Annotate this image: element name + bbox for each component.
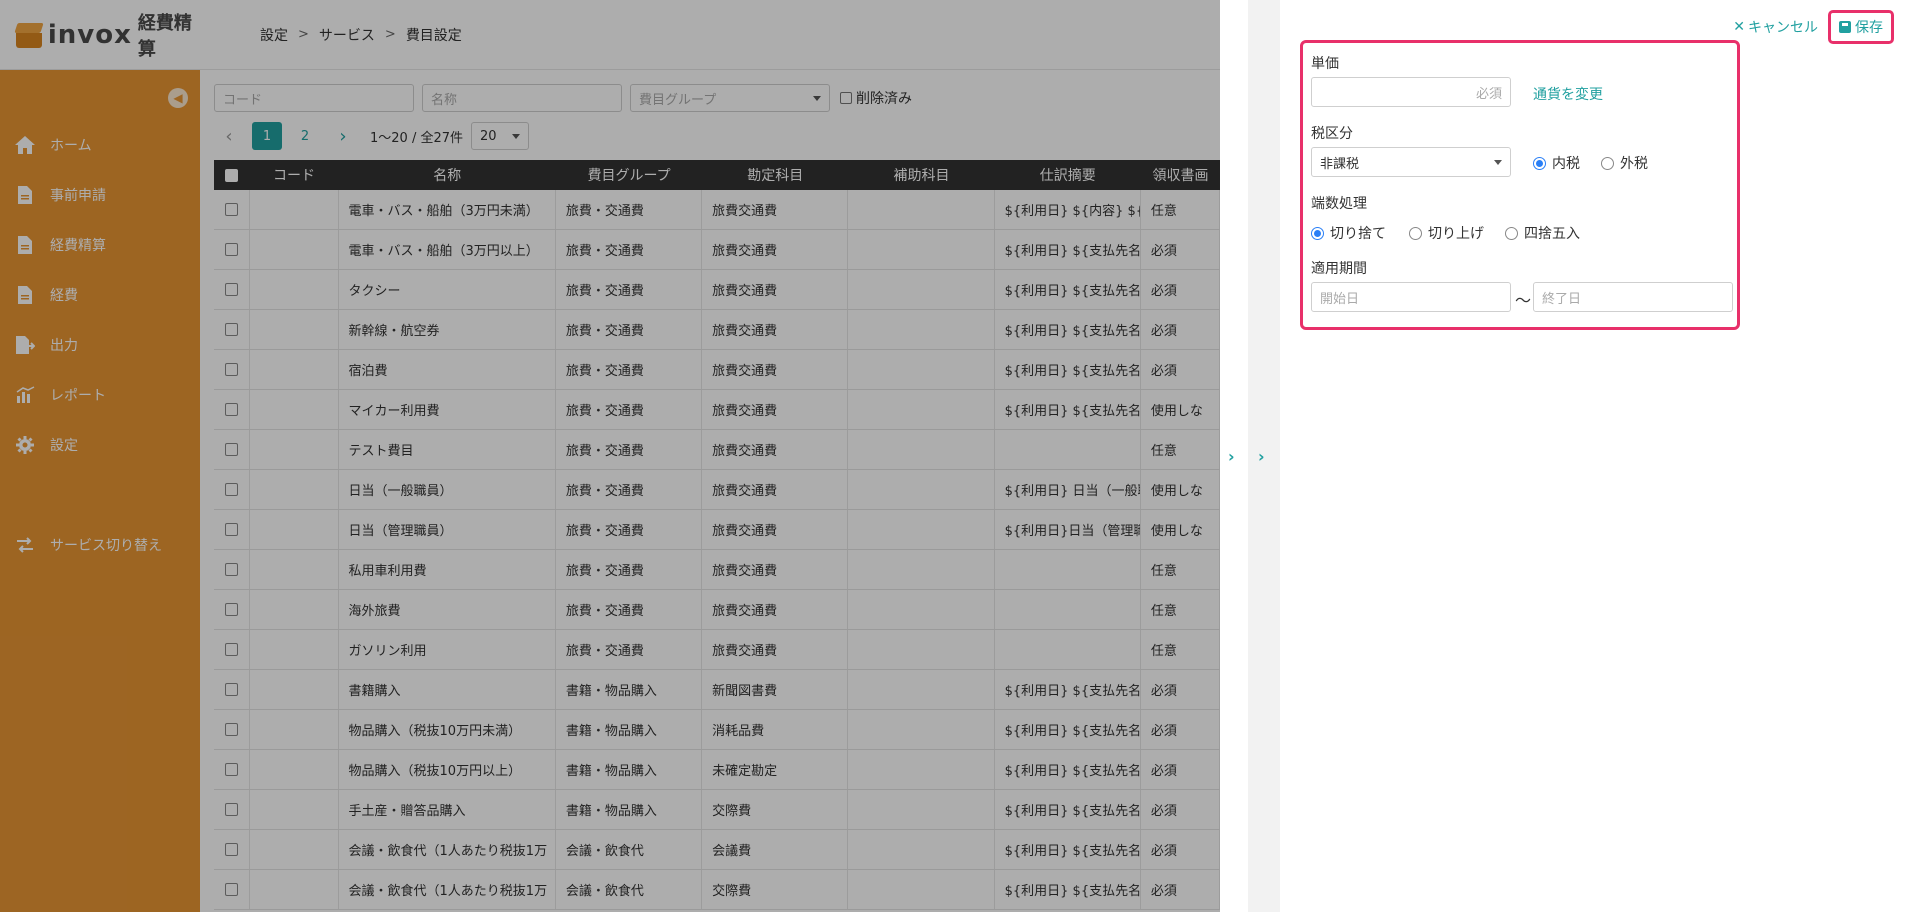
- cancel-button[interactable]: ✕ キャンセル: [1733, 17, 1818, 37]
- panel-gutter: ›: [1220, 0, 1248, 912]
- rounding-floor-label: 切り捨て: [1330, 226, 1386, 242]
- edit-panel: ✕ キャンセル 保存 単価 必須 通貨を変更 税区分 非課税 内税 外税 端数処…: [1280, 0, 1920, 912]
- tax-category-value: 非課税: [1320, 156, 1360, 172]
- change-currency-link[interactable]: 通貨を変更: [1533, 84, 1603, 104]
- radio-unselected[interactable]: [1505, 226, 1518, 240]
- tax-category-select[interactable]: 非課税: [1311, 147, 1511, 177]
- form-highlight-box: 単価 必須 通貨を変更 税区分 非課税 内税 外税 端数処理 切り捨て 切り上げ…: [1300, 40, 1740, 330]
- save-label: 保存: [1855, 20, 1883, 36]
- panel-actions: ✕ キャンセル 保存: [1733, 10, 1894, 44]
- rounding-ceil-radio[interactable]: 切り上げ: [1409, 223, 1484, 243]
- rounding-label: 端数処理: [1311, 196, 1367, 212]
- radio-selected[interactable]: [1311, 226, 1324, 240]
- unit-price-input[interactable]: 必須: [1311, 77, 1511, 107]
- modal-overlay[interactable]: [0, 0, 1220, 912]
- radio-selected[interactable]: [1533, 156, 1546, 170]
- rounding-floor-radio[interactable]: 切り捨て: [1311, 223, 1386, 243]
- cancel-label: キャンセル: [1748, 20, 1818, 36]
- chevron-right-icon[interactable]: ›: [1228, 447, 1235, 466]
- app-window: invox 経費精算 設定 > サービス > 費目設定 ◀ ホーム 事前申請 経…: [0, 0, 1220, 912]
- chevron-right-icon[interactable]: ›: [1258, 447, 1265, 466]
- period-label: 適用期間: [1311, 261, 1367, 277]
- unit-price-label: 単価: [1311, 56, 1339, 72]
- caret-down-icon: [1494, 159, 1502, 165]
- tax-category-label: 税区分: [1311, 126, 1353, 142]
- tax-exclusive-label: 外税: [1620, 156, 1648, 172]
- rounding-round-radio[interactable]: 四捨五入: [1505, 223, 1580, 243]
- tax-inclusive-label: 内税: [1552, 156, 1580, 172]
- close-icon: ✕: [1733, 19, 1745, 35]
- end-date-input[interactable]: 終了日: [1533, 282, 1733, 312]
- period-separator: 〜: [1515, 291, 1532, 310]
- tax-inclusive-radio[interactable]: 内税: [1533, 153, 1580, 173]
- radio-unselected[interactable]: [1601, 156, 1614, 170]
- floppy-disk-icon: [1839, 21, 1851, 33]
- start-date-input[interactable]: 開始日: [1311, 282, 1511, 312]
- rounding-round-label: 四捨五入: [1524, 226, 1580, 242]
- save-button[interactable]: 保存: [1828, 10, 1894, 44]
- rounding-ceil-label: 切り上げ: [1428, 226, 1484, 242]
- panel-gutter-inner: ›: [1248, 0, 1280, 912]
- radio-unselected[interactable]: [1409, 226, 1422, 240]
- tax-exclusive-radio[interactable]: 外税: [1601, 153, 1648, 173]
